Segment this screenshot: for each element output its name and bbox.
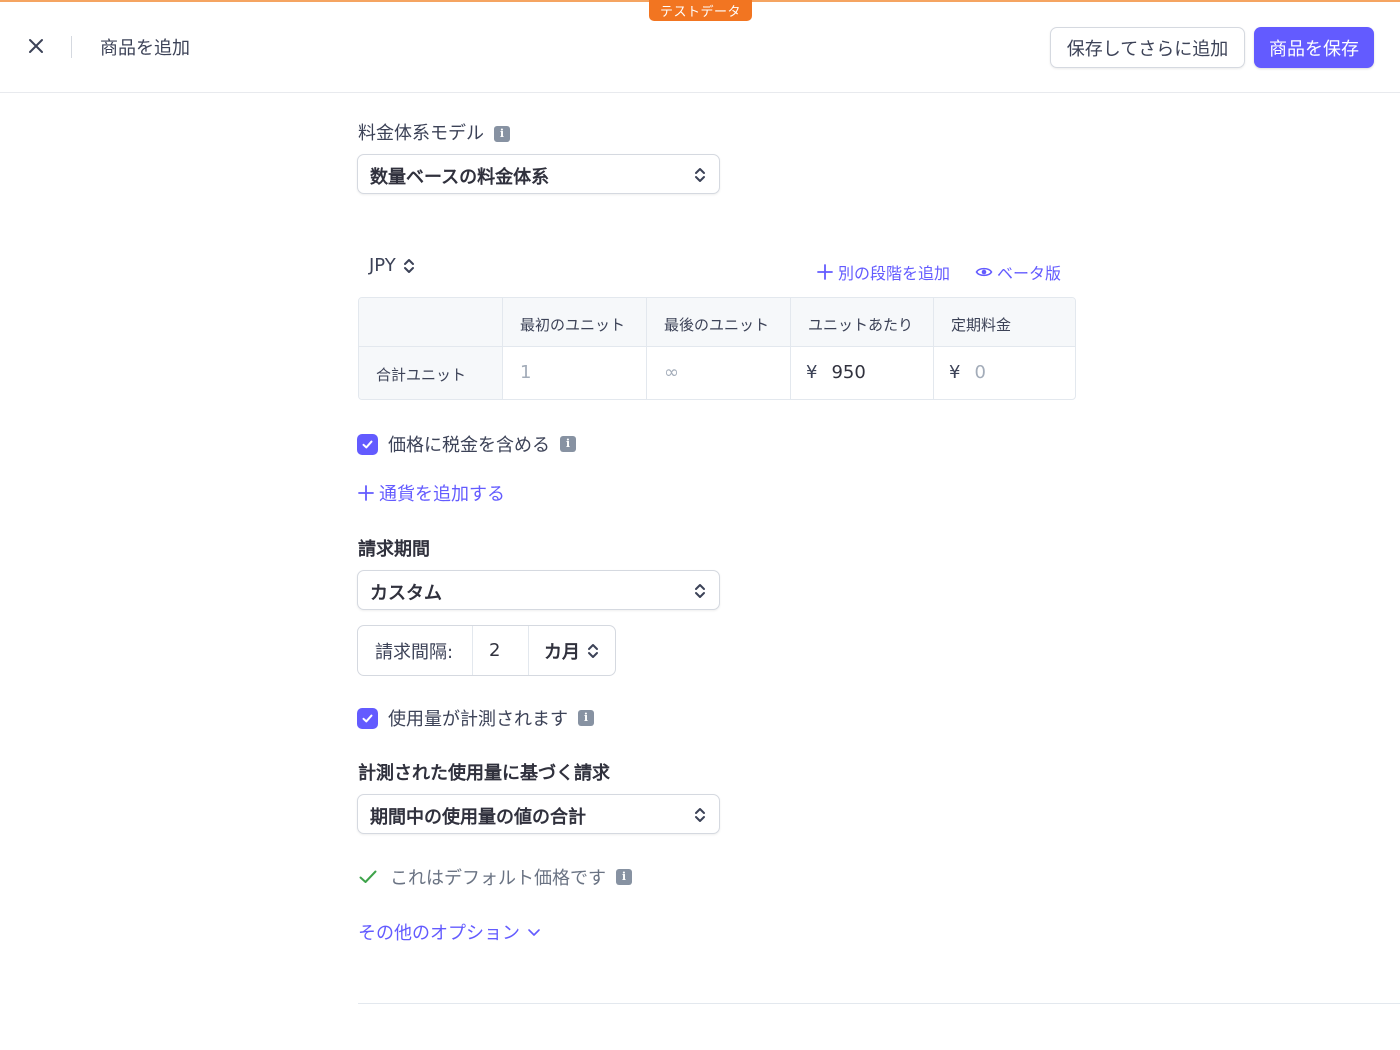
info-icon[interactable]: i bbox=[578, 710, 594, 726]
total-units-label: 合計ユニット bbox=[376, 366, 467, 384]
save-product-button[interactable]: 商品を保存 bbox=[1254, 27, 1374, 68]
chevron-up-down-icon bbox=[695, 808, 705, 822]
billing-interval-unit-value: カ月 bbox=[544, 641, 580, 663]
checkmark-icon bbox=[359, 870, 377, 883]
column-divider bbox=[502, 298, 503, 399]
pricing-model-label-text: 料金体系モデル bbox=[358, 123, 484, 144]
pricing-model-select[interactable]: 数量ベースの料金体系 bbox=[357, 154, 720, 194]
include-tax-label: 価格に税金を含める bbox=[388, 435, 550, 456]
checkbox-checked[interactable] bbox=[357, 707, 378, 729]
chevron-up-down-icon bbox=[695, 168, 705, 182]
tier-table: 合計ユニット 最初のユニット 最後のユニット ユニットあたり 定期料金 1 ∞ … bbox=[358, 297, 1076, 400]
column-divider bbox=[790, 298, 791, 399]
currency-value: JPY bbox=[369, 255, 396, 276]
more-options-label: その他のオプション bbox=[358, 923, 520, 944]
billing-period-value: カスタム bbox=[370, 583, 442, 604]
chevron-up-down-icon bbox=[403, 258, 414, 273]
add-tier-label: 別の段階を追加 bbox=[838, 264, 951, 283]
flat-fee-input[interactable]: ¥0 bbox=[949, 362, 986, 383]
more-options-toggle[interactable]: その他のオプション bbox=[358, 919, 542, 945]
per-unit-value: 950 bbox=[831, 362, 866, 383]
beta-label: ベータ版 bbox=[997, 264, 1062, 283]
header-flat-fee: 定期料金 bbox=[951, 316, 1012, 334]
chevron-up-down-icon bbox=[695, 584, 705, 598]
chevron-down-icon bbox=[528, 929, 540, 936]
metered-billing-label: 計測された使用量に基づく請求 bbox=[358, 763, 610, 784]
pricing-model-value: 数量ベースの料金体系 bbox=[370, 167, 550, 188]
checkmark-icon bbox=[362, 440, 373, 448]
currency-symbol: ¥ bbox=[806, 362, 818, 383]
billing-period-select[interactable]: カスタム bbox=[357, 570, 720, 610]
interval-divider bbox=[528, 626, 529, 675]
first-unit-input[interactable]: 1 bbox=[520, 362, 531, 383]
header: 商品を追加 保存してさらに追加 商品を保存 bbox=[0, 2, 1400, 93]
header-last-unit: 最後のユニット bbox=[664, 316, 770, 334]
usage-metered-checkbox[interactable]: 使用量が計測されます i bbox=[357, 705, 594, 731]
per-unit-input[interactable]: ¥950 bbox=[806, 362, 866, 383]
tier-table-row-header: 合計ユニット bbox=[359, 347, 502, 399]
header-divider bbox=[71, 36, 72, 58]
section-divider bbox=[358, 1003, 1400, 1004]
add-currency-link[interactable]: 通貨を追加する bbox=[357, 480, 505, 506]
default-price-label: これはデフォルト価格です bbox=[390, 868, 606, 889]
billing-interval-unit-select[interactable]: カ月 bbox=[544, 626, 600, 675]
eye-icon bbox=[975, 267, 993, 277]
include-tax-checkbox[interactable]: 価格に税金を含める i bbox=[357, 431, 576, 457]
usage-metered-label: 使用量が計測されます bbox=[388, 709, 568, 730]
close-button[interactable] bbox=[24, 34, 48, 58]
beta-preview-link[interactable]: ベータ版 bbox=[975, 260, 1061, 284]
info-icon[interactable]: i bbox=[560, 436, 576, 452]
page-title: 商品を追加 bbox=[100, 38, 190, 59]
plus-icon bbox=[817, 264, 833, 280]
last-unit-input[interactable]: ∞ bbox=[664, 362, 679, 383]
billing-interval-count-input[interactable]: 2 bbox=[489, 626, 500, 675]
info-icon[interactable]: i bbox=[494, 126, 510, 142]
metered-billing-select[interactable]: 期間中の使用量の値の合計 bbox=[357, 794, 720, 834]
add-tier-link[interactable]: 別の段階を追加 bbox=[816, 260, 950, 284]
header-first-unit: 最初のユニット bbox=[520, 316, 626, 334]
currency-symbol: ¥ bbox=[949, 362, 961, 383]
add-currency-label: 通貨を追加する bbox=[379, 484, 505, 505]
save-and-add-button[interactable]: 保存してさらに追加 bbox=[1050, 27, 1245, 68]
checkbox-checked[interactable] bbox=[357, 433, 378, 455]
interval-divider bbox=[472, 626, 473, 675]
close-icon bbox=[29, 39, 43, 53]
metered-billing-value: 期間中の使用量の値の合計 bbox=[370, 807, 586, 828]
checkmark-icon bbox=[362, 714, 373, 722]
column-divider bbox=[933, 298, 934, 399]
info-icon[interactable]: i bbox=[616, 869, 632, 885]
plus-icon bbox=[358, 485, 374, 501]
default-price-indicator: これはデフォルト価格です i bbox=[358, 864, 632, 890]
header-per-unit: ユニットあたり bbox=[808, 316, 914, 334]
pricing-model-label: 料金体系モデル i bbox=[358, 119, 510, 145]
flat-fee-placeholder: 0 bbox=[974, 362, 986, 383]
billing-interval-group: 請求間隔: 2 カ月 bbox=[357, 625, 616, 676]
billing-period-label: 請求期間 bbox=[358, 539, 430, 560]
currency-select[interactable]: JPY bbox=[369, 255, 416, 276]
billing-interval-label: 請求間隔: bbox=[375, 641, 454, 663]
chevron-up-down-icon bbox=[588, 643, 598, 658]
column-divider bbox=[646, 298, 647, 399]
